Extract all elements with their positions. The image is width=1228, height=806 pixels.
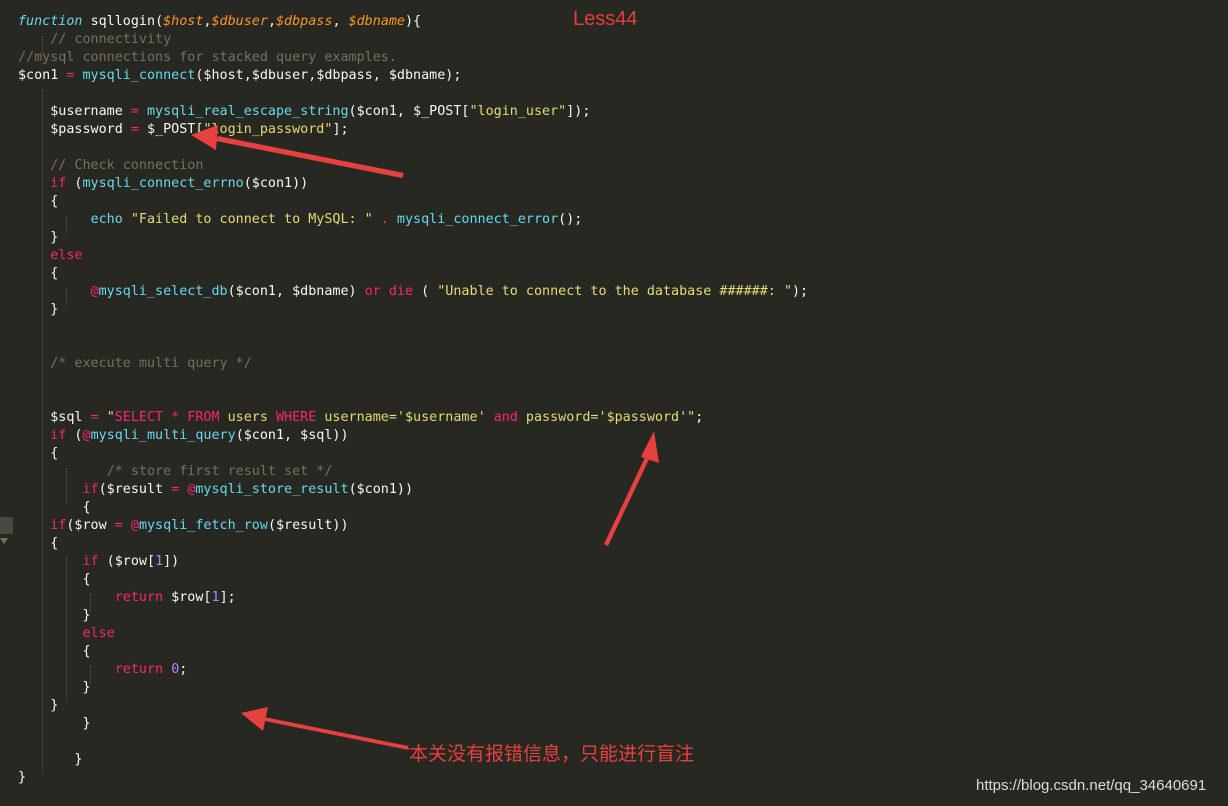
- arrow-to-sql-password: [604, 431, 659, 546]
- arrow-to-password-post: [191, 125, 404, 178]
- annotation-arrows: [191, 125, 659, 750]
- arrow-to-else-block: [241, 707, 409, 750]
